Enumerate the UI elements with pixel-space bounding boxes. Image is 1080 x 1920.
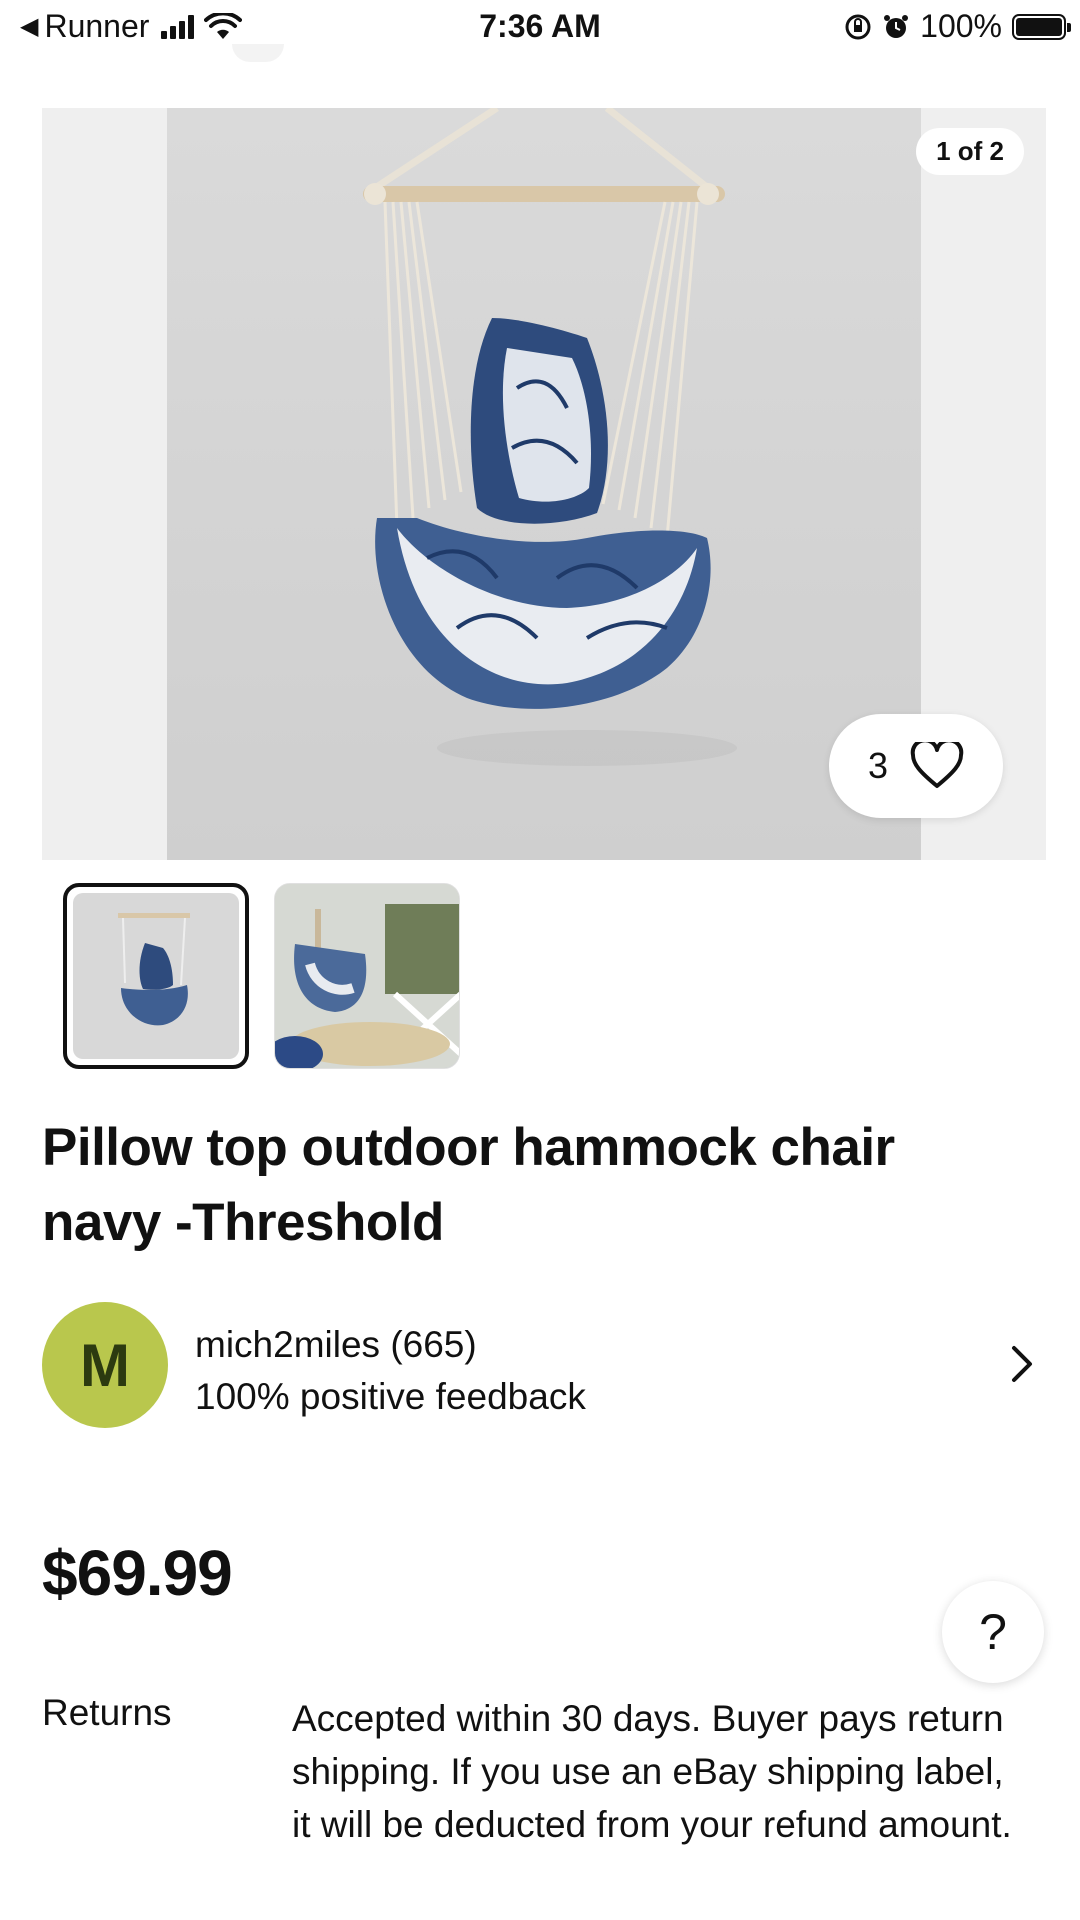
help-button[interactable]: ? bbox=[942, 1581, 1044, 1683]
rotation-lock-icon bbox=[845, 14, 871, 39]
status-right: 100% bbox=[844, 8, 1071, 45]
thumbnail-1[interactable] bbox=[63, 883, 249, 1069]
price: $69.99 bbox=[42, 1537, 233, 1609]
battery-fill bbox=[1016, 17, 1062, 36]
listing-title: Pillow top outdoor hammock chair navy -T… bbox=[42, 1118, 895, 1252]
alarm-icon bbox=[884, 14, 909, 38]
hammock-chair-product-photo[interactable] bbox=[167, 108, 921, 860]
seller-feedback: 100% positive feedback bbox=[195, 1376, 586, 1417]
seller-name: mich2miles (665) bbox=[195, 1324, 477, 1365]
thumbnail-2[interactable] bbox=[274, 883, 460, 1069]
battery-percent: 100% bbox=[920, 8, 1002, 44]
watch-count: 3 bbox=[867, 745, 889, 786]
image-counter: 1 of 2 bbox=[916, 128, 1024, 175]
listing-screen: ◀ Runner 7:36 AM 100% 1 of 2 3 Pillow to… bbox=[0, 0, 1080, 1920]
hammock-chair-illustration bbox=[363, 108, 737, 766]
scroll-edge bbox=[232, 44, 284, 62]
chevron-right-icon bbox=[1012, 1346, 1032, 1382]
hammock-chair-thumbnail-icon bbox=[73, 893, 239, 1059]
returns-policy-text: Accepted within 30 days. Buyer pays retu… bbox=[292, 1698, 1012, 1845]
watch-button[interactable]: 3 bbox=[829, 714, 1003, 818]
returns-label: Returns bbox=[42, 1692, 172, 1733]
seller-avatar: M bbox=[42, 1302, 168, 1428]
status-bar: ◀ Runner 7:36 AM 100% bbox=[0, 0, 1080, 56]
seller-info-row[interactable]: M mich2miles (665) 100% positive feedbac… bbox=[42, 1302, 1042, 1428]
battery-icon bbox=[1012, 13, 1071, 40]
heart-icon bbox=[910, 742, 964, 788]
help-icon: ? bbox=[979, 1604, 1007, 1660]
product-image-gallery[interactable]: 1 of 2 3 bbox=[42, 108, 1046, 860]
patio-thumbnail-icon bbox=[275, 884, 459, 1068]
